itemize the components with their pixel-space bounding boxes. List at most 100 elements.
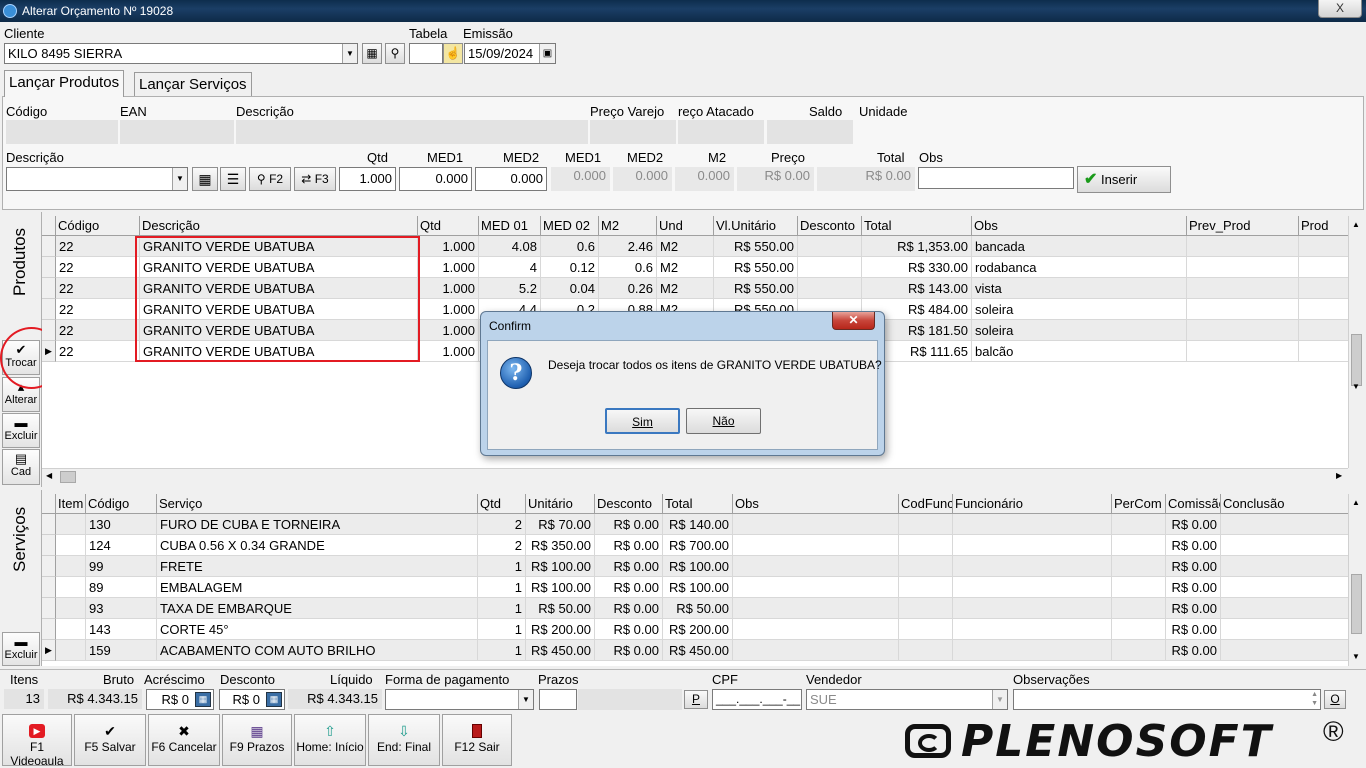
inicio-button[interactable]: ⇧ Home: Início: [294, 714, 366, 766]
services-cell[interactable]: 1: [478, 640, 526, 661]
products-header-10[interactable]: Obs: [972, 216, 1187, 236]
services-cell[interactable]: [1221, 619, 1348, 640]
services-cell[interactable]: [1221, 535, 1348, 556]
tabela-field[interactable]: [409, 43, 443, 64]
products-header-8[interactable]: Desconto: [798, 216, 862, 236]
services-cell[interactable]: [953, 640, 1112, 661]
services-cell[interactable]: [733, 619, 899, 640]
services-cell[interactable]: R$ 200.00: [526, 619, 595, 640]
services-cell[interactable]: [1221, 577, 1348, 598]
sair-button[interactable]: F12 Sair: [442, 714, 512, 766]
services-cell[interactable]: [1112, 598, 1166, 619]
acrescimo-field[interactable]: R$ 0 ▦: [146, 689, 214, 710]
services-header-10[interactable]: PerCom: [1112, 494, 1166, 514]
products-cell[interactable]: 1.000: [418, 299, 479, 320]
services-cell[interactable]: R$ 0.00: [1166, 577, 1221, 598]
services-cell[interactable]: [899, 514, 953, 535]
services-cell[interactable]: [953, 535, 1112, 556]
med2-input[interactable]: 0.000: [475, 167, 547, 191]
products-cell[interactable]: 5.2: [479, 278, 541, 299]
products-cell[interactable]: vista: [972, 278, 1187, 299]
products-cell[interactable]: [798, 257, 862, 278]
products-cell[interactable]: R$ 143.00: [862, 278, 972, 299]
products-cell[interactable]: 0.26: [599, 278, 657, 299]
services-cell[interactable]: 1: [478, 619, 526, 640]
products-cell[interactable]: 4.08: [479, 236, 541, 257]
products-header-5[interactable]: M2: [599, 216, 657, 236]
services-header-12[interactable]: Conclusão: [1221, 494, 1348, 514]
forma-pagamento-combo[interactable]: ▼: [385, 689, 534, 710]
salvar-button[interactable]: ✔ F5 Salvar: [74, 714, 146, 766]
services-cell[interactable]: [1221, 598, 1348, 619]
window-close-button[interactable]: X: [1318, 0, 1362, 18]
obs-input[interactable]: [918, 167, 1074, 189]
products-header-7[interactable]: Vl.Unitário: [714, 216, 798, 236]
services-cell[interactable]: [1221, 514, 1348, 535]
products-vscroll[interactable]: ▲ ▼: [1348, 216, 1364, 468]
services-cell[interactable]: [899, 640, 953, 661]
services-cell[interactable]: [56, 598, 86, 619]
services-row-selector[interactable]: ▶: [42, 640, 56, 661]
products-cell[interactable]: [798, 236, 862, 257]
services-cell[interactable]: R$ 140.00: [663, 514, 733, 535]
services-cell[interactable]: [953, 514, 1112, 535]
products-cell[interactable]: 0.12: [541, 257, 599, 278]
products-cell[interactable]: [1299, 278, 1348, 299]
chevron-down-icon[interactable]: ▼: [342, 44, 357, 63]
products-cell[interactable]: [1299, 236, 1348, 257]
services-cell[interactable]: R$ 0.00: [595, 619, 663, 640]
inserir-button[interactable]: ✔ Inserir: [1077, 166, 1171, 193]
services-cell[interactable]: R$ 100.00: [526, 556, 595, 577]
descricao-combo[interactable]: ▼: [6, 167, 188, 191]
products-cell[interactable]: [1187, 278, 1299, 299]
nao-button[interactable]: Não: [686, 408, 761, 434]
products-row-selector[interactable]: ▶: [42, 341, 56, 362]
services-cell[interactable]: [733, 556, 899, 577]
products-header-3[interactable]: MED 01: [479, 216, 541, 236]
scroll-down-icon[interactable]: ▼: [1352, 382, 1360, 391]
services-cell[interactable]: 159: [86, 640, 157, 661]
prazos-p-button[interactable]: P: [684, 690, 708, 709]
products-cell[interactable]: [1299, 341, 1348, 362]
services-cell[interactable]: R$ 0.00: [1166, 514, 1221, 535]
products-cell[interactable]: 22: [56, 257, 140, 278]
chevron-down-icon[interactable]: ▼: [992, 690, 1007, 709]
services-cell[interactable]: R$ 200.00: [663, 619, 733, 640]
services-cell[interactable]: [899, 598, 953, 619]
services-cell[interactable]: [1112, 535, 1166, 556]
products-cell[interactable]: soleira: [972, 320, 1187, 341]
services-cell[interactable]: R$ 100.00: [526, 577, 595, 598]
products-hscroll[interactable]: ◀ ▶: [42, 468, 1348, 485]
products-cell[interactable]: rodabanca: [972, 257, 1187, 278]
services-cell[interactable]: [953, 598, 1112, 619]
services-cell[interactable]: [733, 514, 899, 535]
products-cell[interactable]: M2: [657, 236, 714, 257]
services-cell[interactable]: 2: [478, 514, 526, 535]
scroll-right-icon[interactable]: ▶: [1336, 471, 1342, 480]
observacoes-o-button[interactable]: O: [1324, 690, 1346, 709]
spinner-icon[interactable]: ▲ ▼: [1311, 690, 1318, 708]
services-cell[interactable]: R$ 0.00: [1166, 598, 1221, 619]
products-cell[interactable]: 22: [56, 299, 140, 320]
services-cell[interactable]: R$ 700.00: [663, 535, 733, 556]
services-cell[interactable]: [953, 619, 1112, 640]
services-cell[interactable]: R$ 0.00: [595, 535, 663, 556]
chevron-down-icon[interactable]: ▼: [172, 168, 187, 190]
sim-button[interactable]: Sim: [605, 408, 680, 434]
calculator-icon[interactable]: ▦: [266, 692, 282, 707]
chevron-down-icon[interactable]: ▼: [518, 690, 533, 709]
services-cell[interactable]: [1112, 577, 1166, 598]
services-cell[interactable]: [56, 535, 86, 556]
products-cell[interactable]: R$ 550.00: [714, 236, 798, 257]
services-row-selector[interactable]: [42, 598, 56, 619]
products-cell[interactable]: [1187, 257, 1299, 278]
products-cell[interactable]: 22: [56, 278, 140, 299]
products-cell[interactable]: R$ 550.00: [714, 278, 798, 299]
services-header-2[interactable]: Serviço: [157, 494, 478, 514]
products-cell[interactable]: 1.000: [418, 236, 479, 257]
services-cell[interactable]: 2: [478, 535, 526, 556]
vendedor-combo[interactable]: SUE ▼: [806, 689, 1008, 710]
products-cell[interactable]: [1299, 299, 1348, 320]
services-cell[interactable]: [733, 577, 899, 598]
products-cell[interactable]: 22: [56, 320, 140, 341]
